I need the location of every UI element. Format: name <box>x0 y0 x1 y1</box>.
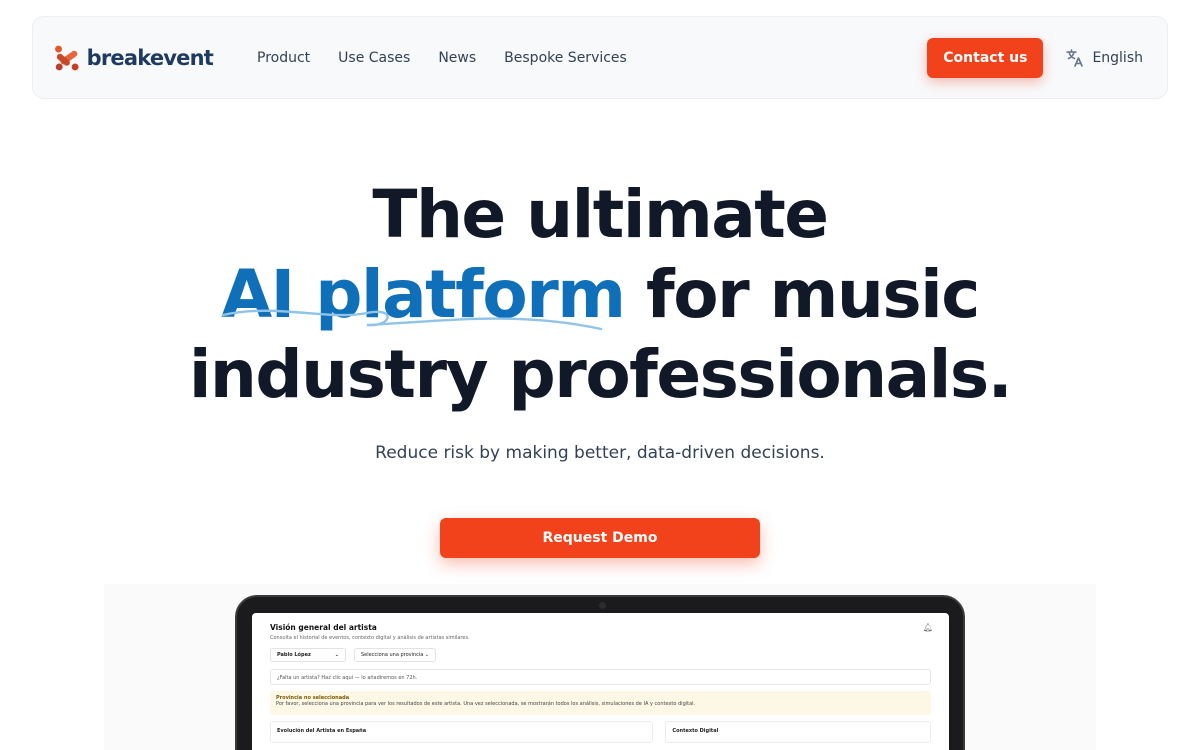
province-select: Selecciona una provincia ⌄ <box>354 648 436 662</box>
province-select-value: Selecciona una provincia <box>361 652 424 658</box>
dashboard-subtitle: Consulta el historial de eventos, contex… <box>270 635 470 641</box>
artist-evolution-card: Evolución del Artista en España <box>270 721 654 743</box>
chevron-down-icon: ⌄ <box>334 652 339 658</box>
hero-line-2-rest: for music <box>646 256 980 333</box>
translate-icon <box>1066 48 1084 67</box>
navbar: breakevent Product Use Cases News Bespok… <box>32 16 1168 99</box>
nav-links: Product Use Cases News Bespoke Services <box>257 50 627 66</box>
dashboard-filters: Pablo López ⌄ Selecciona una provincia ⌄ <box>270 648 931 662</box>
nav-link-use-cases[interactable]: Use Cases <box>338 50 410 66</box>
hero-highlight-wrap: AI platform <box>221 255 626 335</box>
hero-heading: The ultimate AI platform for music indus… <box>0 175 1200 415</box>
hero-line-1: The ultimate <box>372 176 829 253</box>
squiggle-underline-icon <box>221 309 603 331</box>
nav-actions: Contact us English <box>927 37 1143 78</box>
laptop-mockup: Visión general del artista Consulta el h… <box>235 595 965 750</box>
camera-icon <box>599 602 606 609</box>
hero-line-3: industry professionals. <box>188 336 1013 413</box>
bell-icon: 🔔︎ <box>922 623 933 632</box>
missing-artist-note: ¿Falta un artista? Haz clic aquí — lo añ… <box>270 669 931 685</box>
dashboard-title: Visión general del artista <box>270 623 377 632</box>
nav-link-news[interactable]: News <box>438 50 476 66</box>
breakevent-logo-icon <box>55 45 79 70</box>
hero-subtitle: Reduce risk by making better, data-drive… <box>375 443 825 463</box>
hero-line-2: AI platform for music <box>0 255 1200 335</box>
warning-text: Por favor, selecciona una provincia para… <box>276 701 696 707</box>
request-demo-button[interactable]: Request Demo <box>440 518 760 558</box>
brand-name: breakevent <box>86 45 214 70</box>
digital-context-card: Contexto Digital <box>665 721 931 743</box>
dashboard-screen: Visión general del artista Consulta el h… <box>252 613 949 750</box>
artist-select: Pablo López ⌄ <box>270 648 346 662</box>
nav-link-product[interactable]: Product <box>257 50 310 66</box>
artist-select-value: Pablo López <box>277 652 311 658</box>
province-warning: Provincia no seleccionada Por favor, sel… <box>270 691 931 715</box>
language-selector[interactable]: English <box>1065 48 1143 68</box>
contact-us-button[interactable]: Contact us <box>927 37 1044 78</box>
brand-logo[interactable]: breakevent <box>53 38 214 78</box>
nav-link-bespoke-services[interactable]: Bespoke Services <box>504 50 627 66</box>
dashboard-cards: Evolución del Artista en España Contexto… <box>270 721 931 743</box>
chevron-down-icon: ⌄ <box>424 652 429 658</box>
language-label: English <box>1092 49 1143 66</box>
